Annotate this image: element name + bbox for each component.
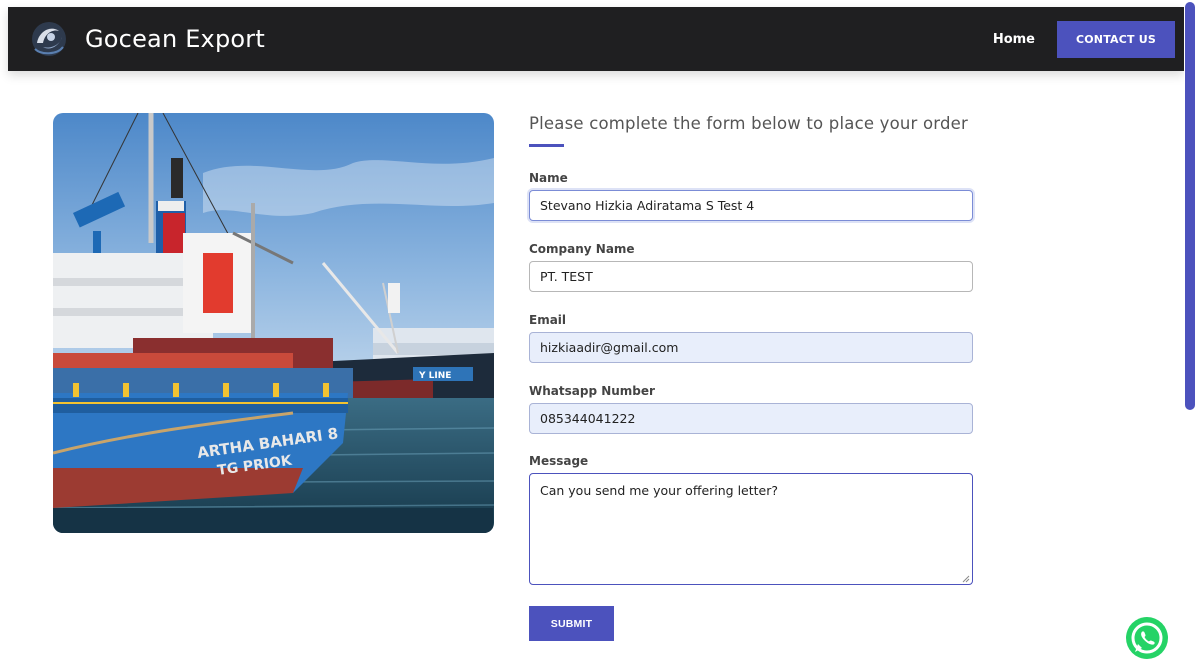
title-underline (529, 144, 564, 147)
email-input[interactable] (529, 332, 973, 363)
nav-links: Home CONTACT US (993, 7, 1184, 71)
company-name-label: Company Name (529, 242, 635, 256)
svg-text:Y LINE: Y LINE (418, 371, 451, 381)
brand[interactable]: Gocean Export (29, 19, 265, 59)
name-label: Name (529, 171, 568, 185)
message-textarea[interactable]: Can you send me your offering letter? (529, 473, 973, 585)
form-title: Please complete the form below to place … (529, 114, 968, 133)
brand-name: Gocean Export (85, 25, 265, 53)
ship-image: Y LINE ARTHA BAHARI 8 TG PRIOK (53, 113, 494, 533)
resize-grip-icon[interactable] (962, 575, 970, 583)
submit-button[interactable]: SUBMIT (529, 606, 614, 641)
email-label: Email (529, 313, 567, 327)
whatsapp-number-input[interactable] (529, 403, 973, 434)
whatsapp-number-label: Whatsapp Number (529, 384, 655, 398)
scrollbar-thumb[interactable] (1185, 2, 1195, 410)
message-label: Message (529, 454, 589, 468)
company-name-input[interactable] (529, 261, 973, 292)
navbar: Gocean Export Home CONTACT US (8, 7, 1184, 71)
gocean-logo-icon (32, 22, 66, 56)
contact-us-button[interactable]: CONTACT US (1057, 20, 1175, 58)
whatsapp-icon[interactable] (1125, 616, 1169, 660)
name-input[interactable] (529, 190, 973, 221)
nav-home-link[interactable]: Home (993, 32, 1035, 47)
